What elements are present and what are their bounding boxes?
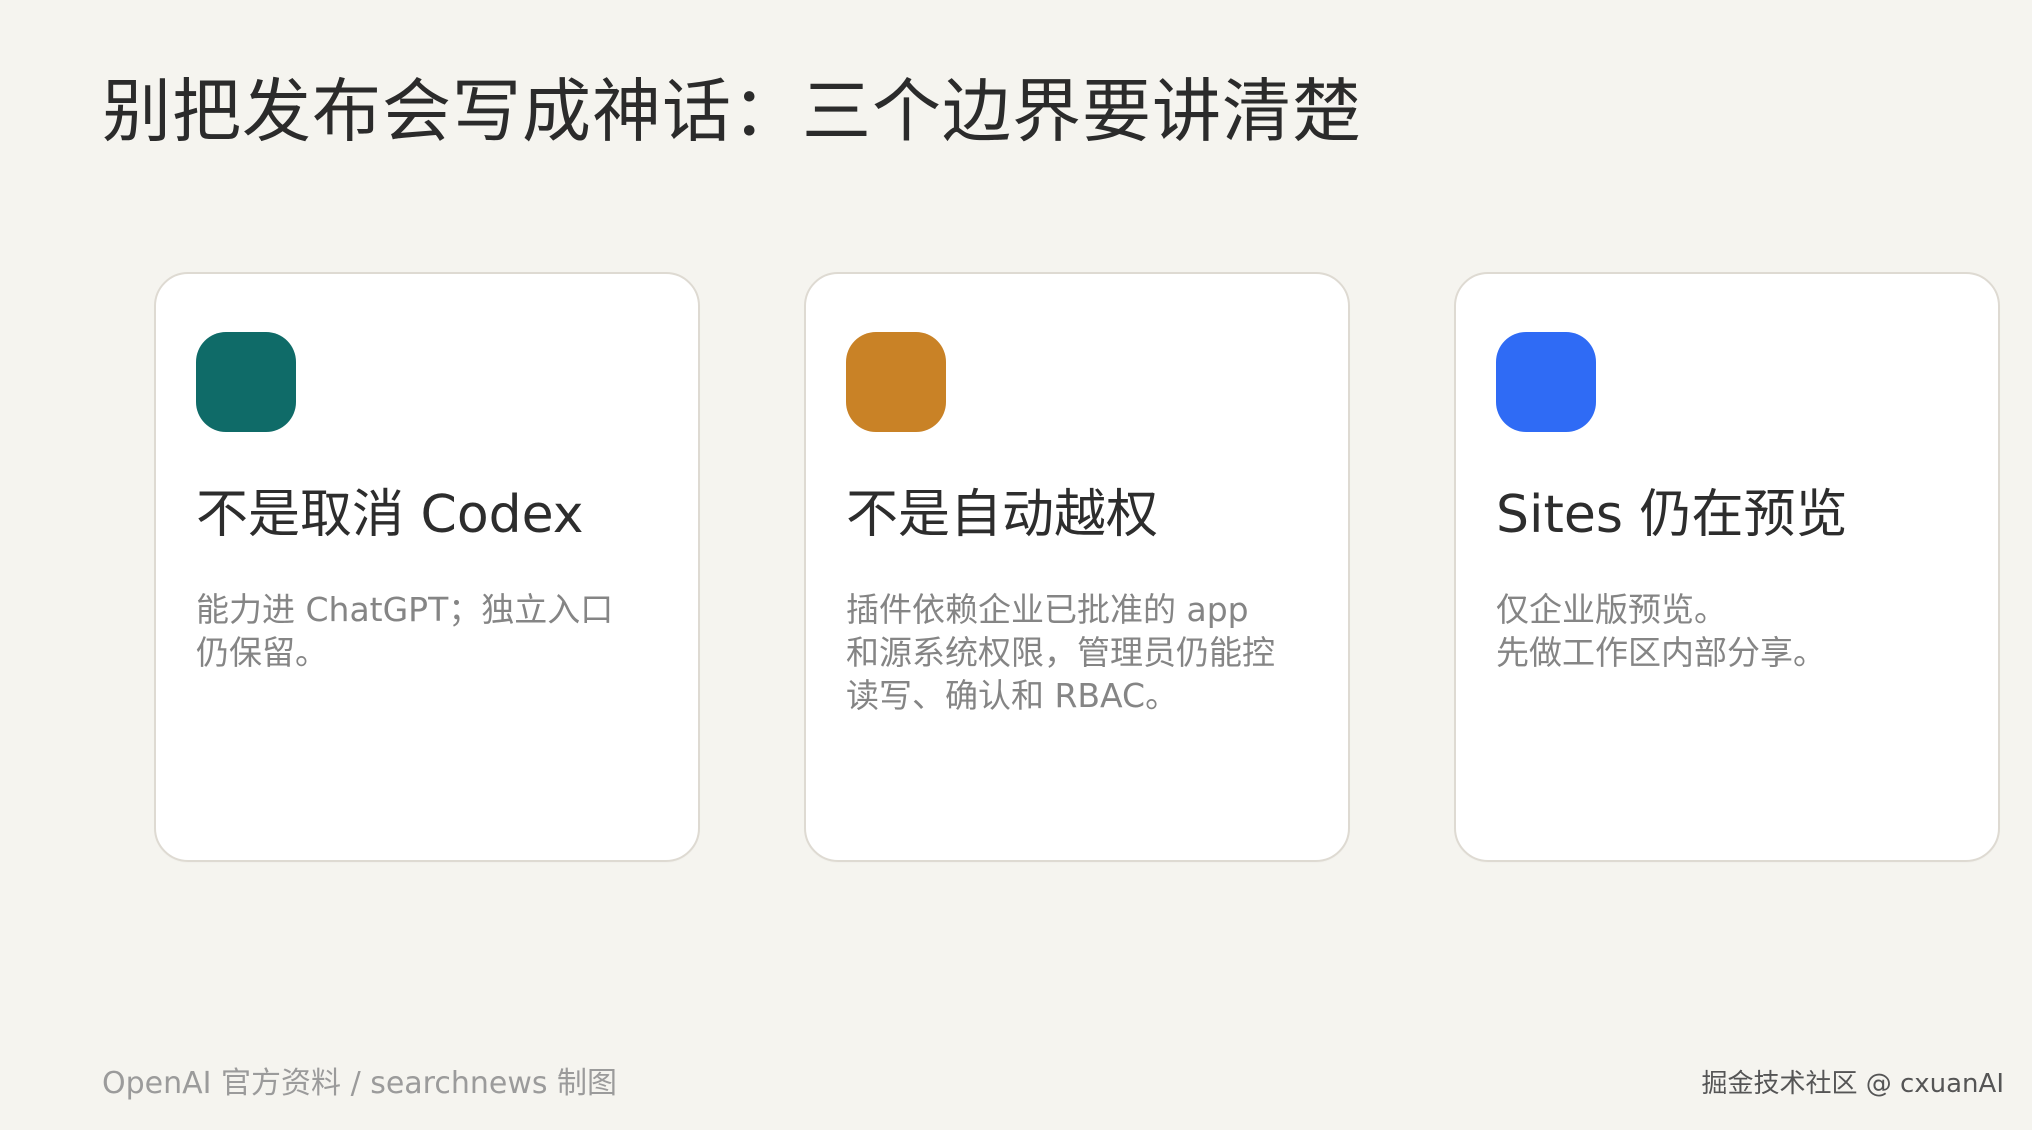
card-title: 不是自动越权 (846, 485, 1159, 545)
watermark: 掘金技术社区 @ cxuanAI (1701, 1069, 2004, 1099)
card-list: 不是取消 Codex 能力进 ChatGPT；独立入口 仍保留。 不是自动越权 … (154, 272, 2002, 862)
teal-square-icon (196, 332, 296, 432)
card-sites: Sites 仍在预览 仅企业版预览。 先做工作区内部分享。 (1454, 272, 2000, 862)
card-title: 不是取消 Codex (196, 485, 584, 545)
card-codex: 不是取消 Codex 能力进 ChatGPT；独立入口 仍保留。 (154, 272, 700, 862)
slide: 别把发布会写成神话：三个边界要讲清楚 不是取消 Codex 能力进 ChatGP… (0, 0, 2032, 1130)
blue-square-icon (1496, 332, 1596, 432)
card-permissions: 不是自动越权 插件依赖企业已批准的 app 和源系统权限，管理员仍能控 读写、确… (804, 272, 1350, 862)
card-description: 仅企业版预览。 先做工作区内部分享。 (1496, 590, 1826, 672)
source-credit: OpenAI 官方资料 / searchnews 制图 (102, 1066, 618, 1101)
page-title: 别把发布会写成神话：三个边界要讲清楚 (102, 72, 1362, 152)
card-description: 能力进 ChatGPT；独立入口 仍保留。 (196, 590, 614, 672)
card-description: 插件依赖企业已批准的 app 和源系统权限，管理员仍能控 读写、确认和 RBAC… (846, 590, 1275, 715)
orange-square-icon (846, 332, 946, 432)
card-title: Sites 仍在预览 (1496, 485, 1848, 545)
